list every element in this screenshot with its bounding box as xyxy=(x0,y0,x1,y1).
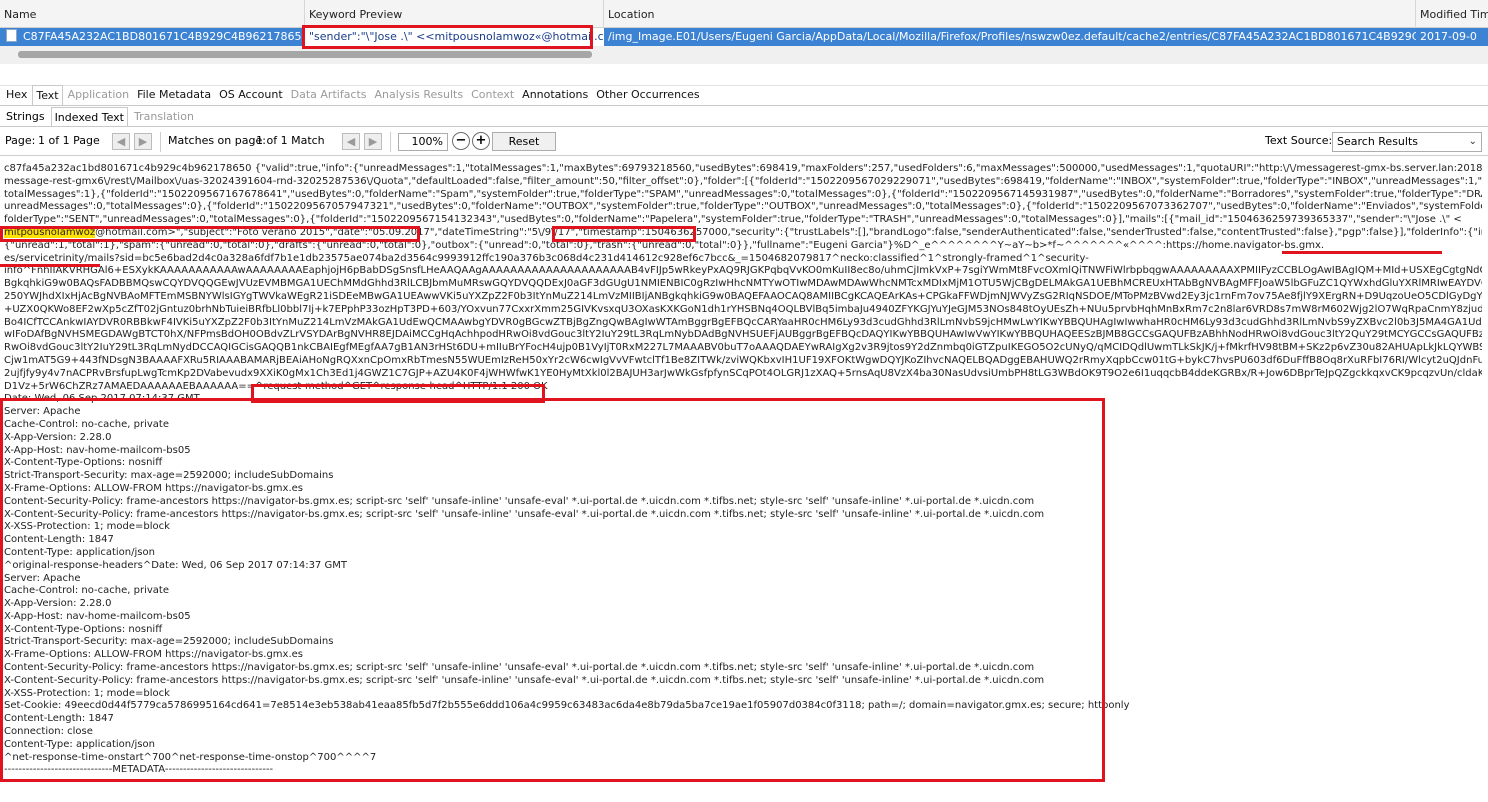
table-row[interactable]: C87FA45A232AC1BD801671C4B929C4B962178650… xyxy=(0,28,1488,46)
text-line: 2ujfjfy9y4v7nACPRvBrsfupLwgTcmKp2DVabevu… xyxy=(4,367,1482,379)
metadata-separator: ------------------------------METADATA--… xyxy=(4,764,274,776)
text-subtabs: Strings Indexed Text Translation xyxy=(0,107,1488,127)
text-source-select[interactable]: Search Results ⌄ xyxy=(1332,132,1482,152)
column-header-location[interactable]: Location xyxy=(604,0,1416,28)
reset-button[interactable]: Reset xyxy=(492,132,556,151)
text-line: unreadMessages":0,"totalMessages":0},{"f… xyxy=(4,201,1482,213)
chevron-down-icon: ⌄ xyxy=(1468,136,1477,147)
tab-annotations[interactable]: Annotations xyxy=(519,85,591,105)
left-arrow-icon: ◀ xyxy=(116,135,126,148)
subtab-indexed-text[interactable]: Indexed Text xyxy=(50,107,128,126)
text-line: Bo4ICfTCCAnkwIAYDVR0RBBkwF4IVKi5uYXZpZ2F… xyxy=(4,316,1482,328)
matches-info: 1 of 1 Match xyxy=(256,134,325,147)
prev-match-button[interactable]: ◀ xyxy=(342,133,360,150)
response-status-text: request-method^GET^response-head^HTTP/1.… xyxy=(263,380,548,392)
horizontal-scrollbar[interactable] xyxy=(0,46,1488,64)
zoom-out-icon[interactable]: − xyxy=(452,132,470,150)
text-line: {"unread":1,"total":1},"spam":{"unread":… xyxy=(4,239,1325,251)
text-line: mitpousnolamwoz@hotmail.com>","subject":… xyxy=(4,226,1482,240)
results-table-header: Name Keyword Preview Location Modified T… xyxy=(0,0,1488,28)
viewer-toolbar: Page: 1 of 1 Page ◀ ▶ Matches on page: 1… xyxy=(0,128,1488,156)
text-source-label: Text Source: xyxy=(1265,134,1333,147)
next-match-button[interactable]: ▶ xyxy=(364,133,382,150)
text-line: Cjw1mAT5G9+443fNDsgN3BAAAAFXRu5RIAAABAMA… xyxy=(4,354,1482,366)
right-arrow-icon: ▶ xyxy=(138,135,148,148)
content-viewer-tabs: Hex Text Application File Metadata OS Ac… xyxy=(0,84,1488,106)
next-page-button[interactable]: ▶ xyxy=(134,133,152,150)
subtab-strings[interactable]: Strings xyxy=(3,107,48,126)
text-source-value: Search Results xyxy=(1337,135,1419,148)
toolbar-separator xyxy=(390,132,391,152)
tab-hex[interactable]: Hex xyxy=(3,85,30,105)
row-name-cell[interactable]: C87FA45A232AC1BD801671C4B929C4B962178650 xyxy=(0,28,305,46)
text-line: 250YWJhdXIxHjAcBgNVBAoMFTEmMSBNYWlsIGYgT… xyxy=(4,290,1482,302)
file-icon xyxy=(6,29,17,42)
search-hit-highlight: mitpousnolamwoz xyxy=(4,226,96,238)
text-line: message-rest-gmx6\/rest\/Mailbox\/uas-32… xyxy=(4,175,1482,187)
tab-data-artifacts[interactable]: Data Artifacts xyxy=(288,85,370,105)
zoom-level-field[interactable]: 100% xyxy=(398,133,448,151)
column-header-modified-time[interactable]: Modified Time xyxy=(1416,0,1488,28)
text-line: folderType":"SENT","unreadMessages":0,"t… xyxy=(4,214,1462,226)
row-keyword-preview-cell[interactable]: "sender":"\"Jose .\" <<mitpousnolamwoz«@… xyxy=(305,28,604,46)
http-headers-block: Date: Wed, 06 Sep 2017 07:14:37 GMT Serv… xyxy=(4,393,1130,763)
right-arrow-icon: ▶ xyxy=(368,135,378,148)
text-line: totalMessages":1},{"folderId":"150220956… xyxy=(4,188,1482,200)
page-label: Page: xyxy=(5,134,36,147)
text-line: es/servicetrinity/mails?sid=bc5e6bad2d4c… xyxy=(4,252,1089,264)
tab-other-occurrences[interactable]: Other Occurrences xyxy=(593,85,702,105)
tab-os-account[interactable]: OS Account xyxy=(216,85,286,105)
scrollbar-thumb[interactable] xyxy=(18,51,592,58)
prev-page-button[interactable]: ◀ xyxy=(112,133,130,150)
text-line: BgkqhkiG9w0BAQsFADBBMQswCQYDVQQGEwJVUzEV… xyxy=(4,278,1482,290)
row-name-text: C87FA45A232AC1BD801671C4B929C4B962178650 xyxy=(23,30,305,43)
row-location-cell[interactable]: /img_Image.E01/Users/Eugeni Garcia/AppDa… xyxy=(604,28,1416,46)
page-info: 1 of 1 Page xyxy=(38,134,100,147)
text-line: wIFoDAfBgNVHSMEGDAWgBTCT0hX/NFPmsBdOH0OB… xyxy=(4,329,1482,341)
tab-context[interactable]: Context xyxy=(468,85,517,105)
text-line: c87fa45a232ac1bd801671c4b929c4b962178650… xyxy=(4,163,1482,174)
tab-application[interactable]: Application xyxy=(65,85,132,105)
tab-analysis-results[interactable]: Analysis Results xyxy=(372,85,467,105)
tab-file-metadata[interactable]: File Metadata xyxy=(134,85,214,105)
column-header-name[interactable]: Name xyxy=(0,0,305,28)
text-segment: @hotmail.com>","subject":"Foto verano 20… xyxy=(95,226,1482,238)
text-line: info^FnhIIAKVRHGAl6+ESXykKAAAAAAAAAAAwAA… xyxy=(4,265,1482,277)
left-arrow-icon: ◀ xyxy=(346,135,356,148)
text-line: D1Vz+5rW6ChZRz7AMAEDAAAAAAEBAAAAAA==^req… xyxy=(4,381,1482,394)
toolbar-separator xyxy=(160,132,161,152)
text-line: RwOi8vdGouc3ltY2IuY29tL3RqLmNydDCCAQIGCi… xyxy=(4,342,1482,354)
zoom-in-icon[interactable]: + xyxy=(472,132,490,150)
split-divider[interactable] xyxy=(0,64,1488,86)
matches-label: Matches on page: xyxy=(168,134,266,147)
subtab-translation[interactable]: Translation xyxy=(131,107,197,126)
row-modified-cell[interactable]: 2017-09-0 xyxy=(1416,28,1488,46)
indexed-text-content[interactable]: c87fa45a232ac1bd801671c4b929c4b962178650… xyxy=(0,157,1488,802)
text-segment: D1Vz+5rW6ChZRz7AMAEDAAAAAAEBAAAAAA==^ xyxy=(4,380,264,392)
text-line: +UZX0QKWo8EF2wXp5cZfT02jGntuz0brhNbTuiei… xyxy=(4,303,1482,315)
column-header-keyword-preview[interactable]: Keyword Preview xyxy=(305,0,604,28)
tab-text[interactable]: Text xyxy=(32,85,63,105)
